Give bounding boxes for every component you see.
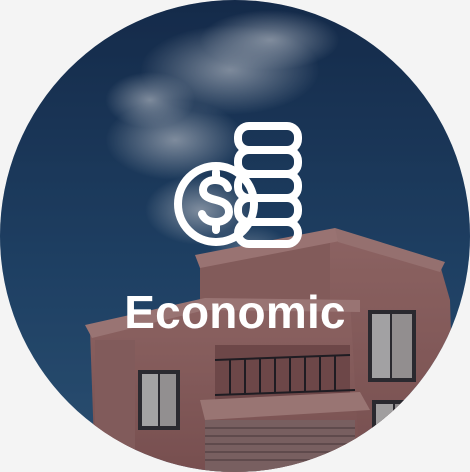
money-coins-icon xyxy=(170,118,306,254)
economic-category-card[interactable]: Economic xyxy=(0,0,470,472)
category-title: Economic xyxy=(124,286,346,338)
